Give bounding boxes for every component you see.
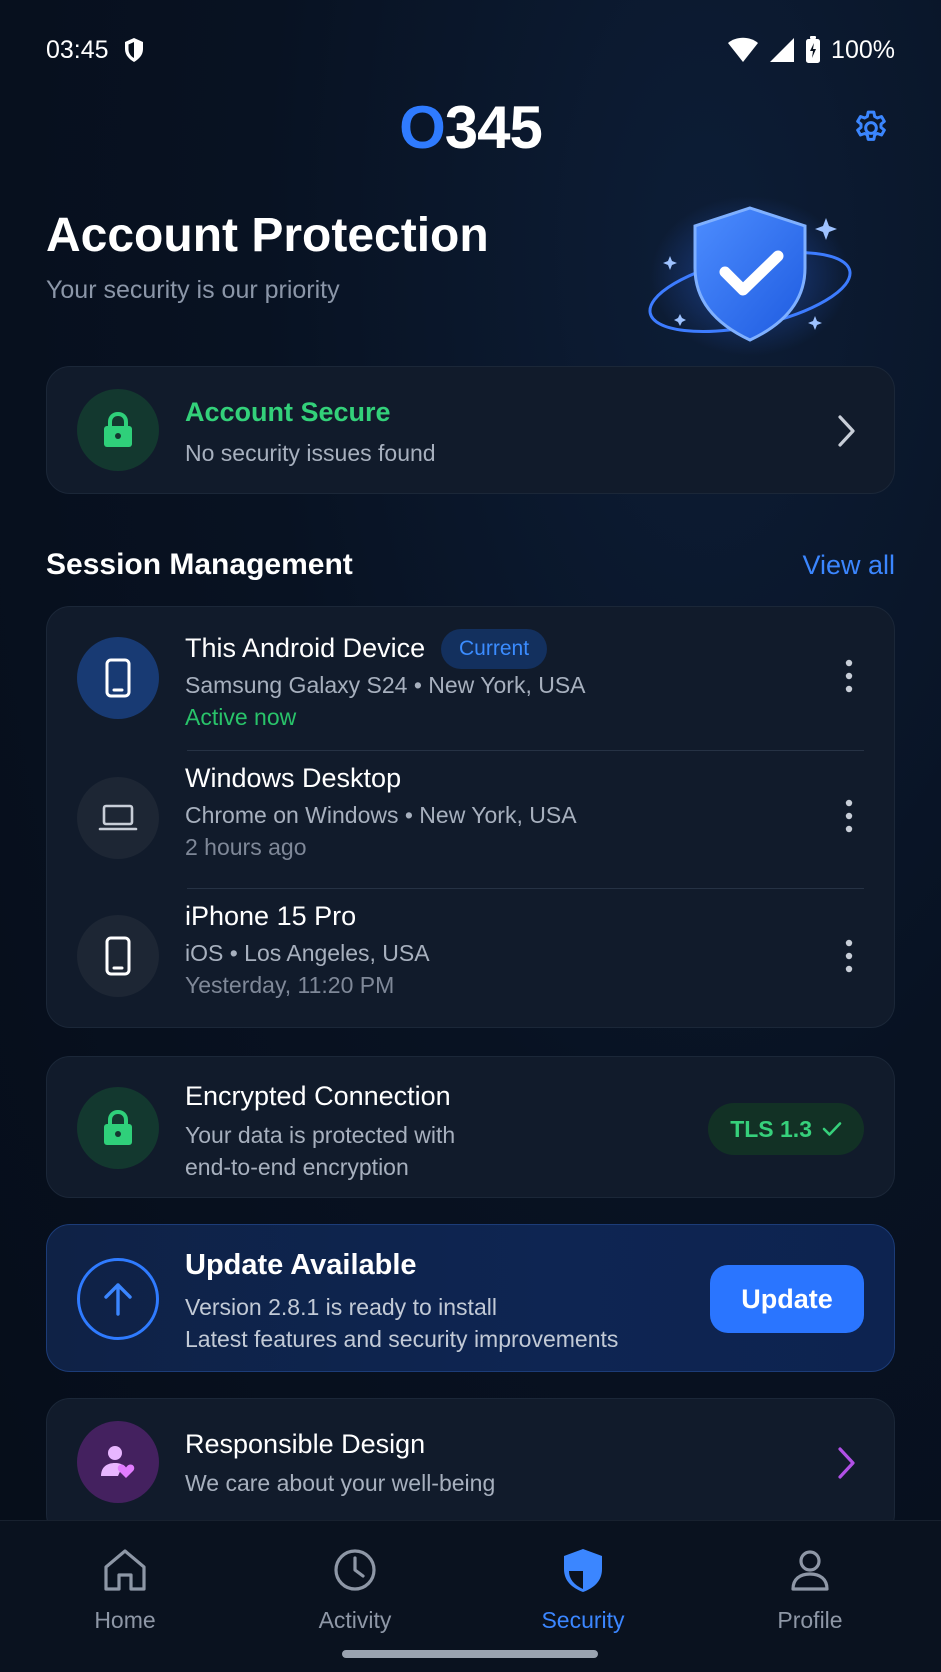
encryption-line1: Your data is protected with (185, 1122, 456, 1148)
shield-check-illustration-icon (648, 196, 852, 356)
session-device-detail: Samsung Galaxy S24 • New York, USA (185, 672, 586, 698)
laptop-icon (98, 804, 138, 831)
app-header: O345 (0, 96, 941, 160)
status-bar: 03:45 100% (46, 30, 895, 70)
settings-button[interactable] (847, 104, 895, 152)
session-device-detail: iOS • Los Angeles, USA (185, 940, 430, 966)
lock-icon (104, 411, 132, 447)
session-device-detail: Chrome on Windows • New York, USA (185, 802, 577, 828)
more-vertical-icon[interactable] (844, 939, 854, 973)
nav-home[interactable]: Home (35, 1545, 215, 1634)
arrow-circle (77, 1258, 159, 1340)
gear-icon (856, 110, 886, 141)
lock-icon (104, 1109, 132, 1145)
logo-accent: O (399, 94, 446, 161)
update-title: Update Available (185, 1249, 417, 1281)
user-heart-icon (101, 1446, 135, 1478)
account-status-subtitle: No security issues found (185, 440, 436, 466)
update-button[interactable]: Update (710, 1265, 864, 1333)
battery-percent: 100% (831, 35, 895, 64)
session-time: Yesterday, 11:20 PM (185, 972, 395, 998)
home-indicator[interactable] (342, 1650, 598, 1658)
wellbeing-circle (77, 1421, 159, 1503)
chevron-right-icon (838, 415, 855, 447)
current-badge: Current (441, 629, 548, 669)
update-card: Update Available Version 2.8.1 is ready … (46, 1224, 895, 1372)
status-right: 100% (727, 36, 895, 65)
session-device-name: iPhone 15 Pro (185, 901, 357, 931)
tls-badge: TLS 1.3 (708, 1103, 864, 1155)
battery-icon (806, 36, 821, 63)
encryption-line2: end-to-end encryption (185, 1154, 409, 1180)
account-status-title: Account Secure (185, 397, 391, 427)
responsible-subtitle: We care about your well-being (185, 1470, 496, 1496)
session-section-title: Session Management (46, 548, 353, 581)
session-row[interactable]: This Android Device Current Samsung Gala… (47, 607, 894, 745)
device-circle (77, 915, 159, 997)
responsible-design-card[interactable]: Responsible Design We care about your we… (46, 1398, 895, 1538)
phone-icon (105, 936, 131, 976)
shield-icon (564, 1549, 602, 1592)
nav-profile-label: Profile (777, 1607, 843, 1633)
view-all-link[interactable]: View all (802, 550, 895, 581)
shield-status-icon (124, 38, 143, 62)
person-icon (791, 1550, 829, 1591)
session-device-name: This Android Device (185, 633, 426, 663)
phone-icon (105, 658, 131, 698)
session-time: Active now (185, 704, 297, 730)
nav-profile[interactable]: Profile (720, 1545, 900, 1634)
session-list: This Android Device Current Samsung Gala… (46, 606, 895, 1028)
encryption-title: Encrypted Connection (185, 1081, 451, 1111)
device-circle (77, 637, 159, 719)
status-time: 03:45 (46, 35, 109, 64)
nav-security-label: Security (541, 1607, 625, 1633)
session-time: 2 hours ago (185, 834, 307, 860)
nav-security[interactable]: Security (493, 1545, 673, 1634)
page-subtitle: Your security is our priority (46, 276, 340, 304)
wifi-icon (728, 37, 759, 62)
signal-icon (770, 38, 795, 62)
page-title: Account Protection (46, 209, 489, 262)
screen: 03:45 100% O345 Account Protection Your … (0, 0, 941, 1672)
arrow-up-icon (104, 1283, 132, 1316)
more-vertical-icon[interactable] (844, 659, 854, 693)
clock-icon (334, 1549, 376, 1591)
session-row[interactable]: iPhone 15 Pro iOS • Los Angeles, USA Yes… (47, 887, 894, 1025)
lock-circle (77, 389, 159, 471)
more-vertical-icon[interactable] (844, 799, 854, 833)
tls-badge-label: TLS 1.3 (730, 1115, 812, 1142)
account-status-card[interactable]: Account Secure No security issues found (46, 366, 895, 494)
logo-rest: 345 (444, 94, 543, 161)
update-line2: Latest features and security improvement… (185, 1326, 619, 1352)
nav-home-label: Home (94, 1607, 156, 1633)
nav-activity[interactable]: Activity (265, 1545, 445, 1634)
lock-circle (77, 1087, 159, 1169)
session-device-name: Windows Desktop (185, 763, 402, 793)
update-line1: Version 2.8.1 is ready to install (185, 1294, 497, 1320)
chevron-right-icon (838, 1447, 855, 1479)
session-row[interactable]: Windows Desktop Chrome on Windows • New … (47, 747, 894, 885)
home-icon (104, 1549, 146, 1591)
app-logo: O345 (399, 94, 543, 161)
encryption-card: Encrypted Connection Your data is protec… (46, 1056, 895, 1198)
nav-activity-label: Activity (318, 1607, 392, 1633)
status-left: 03:45 (46, 36, 145, 65)
responsible-title: Responsible Design (185, 1429, 426, 1459)
check-icon (822, 1122, 842, 1136)
device-circle (77, 777, 159, 859)
